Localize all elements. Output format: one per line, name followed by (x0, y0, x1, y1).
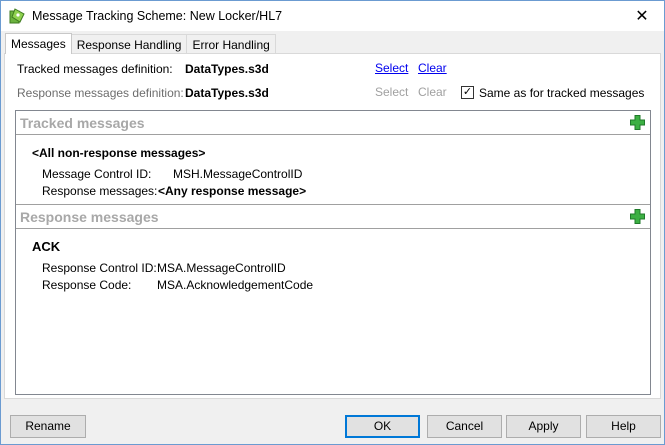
app-icon (9, 8, 25, 24)
help-button[interactable]: Help (586, 415, 661, 438)
tracked-definition-value: DataTypes.s3d (185, 62, 269, 76)
response-field-label: Response Code: (42, 278, 132, 292)
close-icon: ✕ (635, 8, 649, 25)
title-bar[interactable]: Message Tracking Scheme: New Locker/HL7 … (1, 1, 664, 31)
response-definition-label: Response messages definition: (17, 86, 184, 100)
same-as-tracked-label[interactable]: Same as for tracked messages (479, 86, 644, 100)
response-field-value: MSA.MessageControlID (157, 261, 286, 275)
close-button[interactable]: ✕ (620, 1, 664, 31)
tracked-select-link[interactable]: Select (375, 61, 408, 75)
tracked-field-value: <Any response message> (158, 184, 307, 198)
plus-icon (630, 209, 645, 224)
tracked-messages-header: Tracked messages (16, 111, 650, 135)
response-messages-title: Response messages (20, 209, 159, 225)
cancel-button[interactable]: Cancel (427, 415, 502, 438)
tracked-messages-title: Tracked messages (20, 115, 145, 131)
tracked-message-name[interactable]: <All non-response messages> (32, 146, 205, 160)
rename-button[interactable]: Rename (10, 415, 86, 438)
tracked-clear-link[interactable]: Clear (418, 61, 447, 75)
tracked-field-label: Message Control ID: (42, 167, 152, 181)
messages-tab-panel: Tracked messages definition: DataTypes.s… (4, 53, 661, 399)
response-message-name[interactable]: ACK (32, 239, 60, 254)
message-definitions-box: Tracked messages <All non-response messa… (15, 110, 651, 395)
plus-icon (630, 115, 645, 130)
response-select-link[interactable]: Select (375, 85, 408, 99)
apply-button[interactable]: Apply (506, 415, 581, 438)
response-field-label: Response Control ID: (42, 261, 157, 275)
response-definition-value: DataTypes.s3d (185, 86, 269, 100)
tracked-field-value: MSH.MessageControlID (173, 167, 303, 181)
response-messages-header: Response messages (16, 205, 650, 229)
response-field-value: MSA.AcknowledgementCode (157, 278, 314, 292)
tracked-definition-label: Tracked messages definition: (17, 62, 173, 76)
ok-button[interactable]: OK (345, 415, 420, 438)
response-clear-link[interactable]: Clear (418, 85, 447, 99)
add-tracked-message-button[interactable] (630, 115, 645, 130)
tracked-field-label: Response messages: (42, 184, 158, 198)
tab-response-handling[interactable]: Response Handling (70, 34, 188, 54)
window-title: Message Tracking Scheme: New Locker/HL7 (32, 9, 283, 23)
tab-error-handling[interactable]: Error Handling (186, 34, 276, 54)
tab-strip: Messages Response Handling Error Handlin… (5, 33, 276, 54)
add-response-message-button[interactable] (630, 209, 645, 224)
dialog-window: Message Tracking Scheme: New Locker/HL7 … (0, 0, 665, 445)
same-as-tracked-checkbox[interactable]: ✓ (461, 86, 474, 99)
tab-messages[interactable]: Messages (5, 33, 72, 54)
